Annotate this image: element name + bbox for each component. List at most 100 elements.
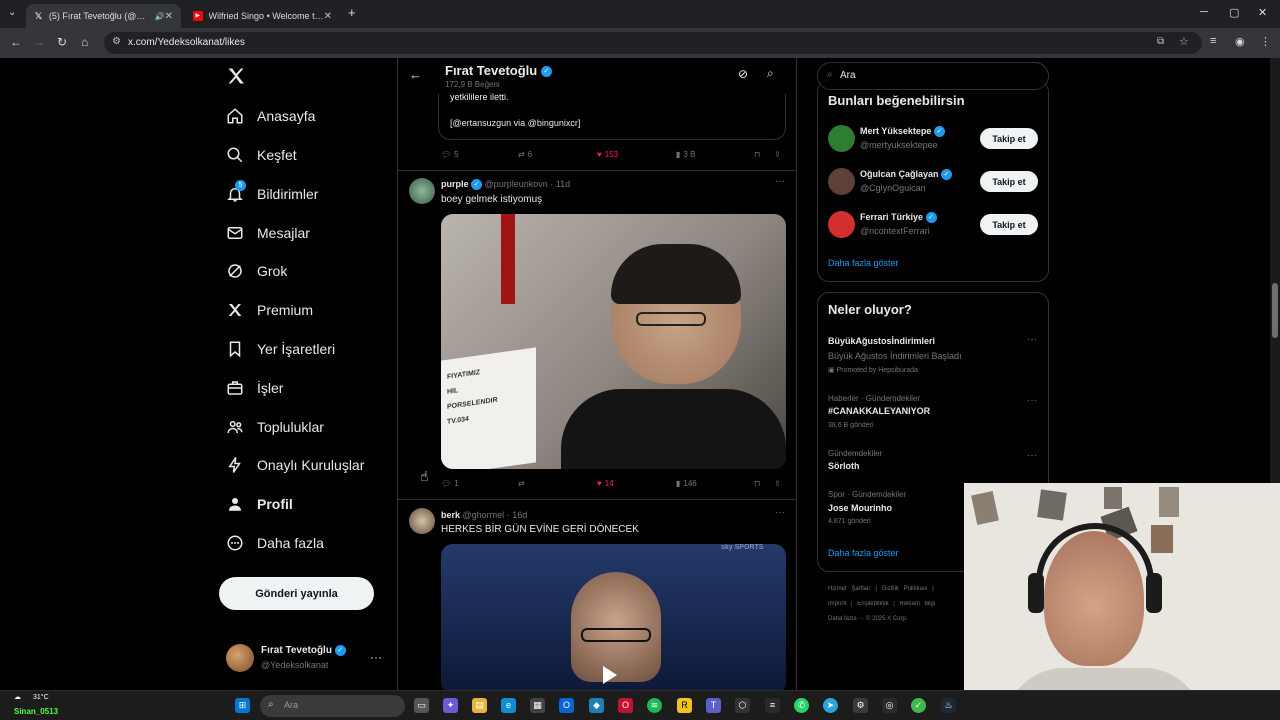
account-avatar[interactable] — [226, 644, 254, 672]
views-button[interactable]: ▮ 146 — [676, 479, 697, 488]
trend-name[interactable]: #CANAKKALEYANIYOR — [828, 406, 930, 416]
trends-more-link[interactable]: Daha fazla göster — [828, 548, 899, 558]
trend-more-icon[interactable]: ··· — [1027, 395, 1037, 406]
telegram-icon[interactable]: ➤ — [823, 698, 838, 713]
back-icon[interactable]: ← — [10, 35, 22, 49]
weather-icon[interactable]: ☁ — [14, 693, 21, 701]
tweet-avatar[interactable] — [409, 508, 435, 534]
suggested-user-name[interactable]: Ferrari Türkiye ✓ — [860, 212, 937, 224]
views-button[interactable]: ▮ 3 B — [676, 150, 695, 159]
trend-more-icon[interactable]: ··· — [1027, 450, 1037, 461]
nav-item-profil[interactable]: Profil — [226, 489, 293, 519]
minimize-icon[interactable]: ─ — [1200, 6, 1208, 18]
tweet-video-media[interactable]: FIYATIMIZ HIL PORSELENDIR TV.034 — [441, 214, 786, 469]
footer-privacy-link[interactable]: Gizlilik Politikası — [882, 586, 928, 592]
tweet-more-icon[interactable]: ··· — [775, 507, 785, 518]
nav-item-bildirimler[interactable]: 5 Bildirimler — [226, 179, 318, 209]
nav-item-mesajlar[interactable]: Mesajlar — [226, 218, 310, 248]
retweet-button[interactable]: ⇄ 6 — [518, 150, 532, 159]
suggested-user-avatar[interactable] — [828, 211, 855, 238]
media-control-icon[interactable]: ≡ — [1210, 35, 1216, 47]
app-icon[interactable]: R — [677, 698, 692, 713]
audio-icon[interactable]: 🔊 — [155, 12, 165, 21]
app-icon[interactable]: ◆ — [589, 698, 604, 713]
quoted-tweet-card[interactable]: yetkililere iletti. [@ertansuzgun via @b… — [438, 92, 786, 140]
account-menu-icon[interactable]: ··· — [370, 650, 382, 664]
nav-item-grok[interactable]: Grok — [226, 256, 287, 286]
edge-icon[interactable]: e — [501, 698, 516, 713]
nav-item-anasayfa[interactable]: Anasayfa — [226, 101, 315, 131]
nav-item-yer-i-şaretleri[interactable]: Yer İşaretleri — [226, 334, 335, 364]
tweet-more-icon[interactable]: ··· — [775, 176, 785, 187]
tweet-author-name[interactable]: purple — [441, 179, 469, 189]
file-explorer-icon[interactable]: ▤ — [472, 698, 487, 713]
nav-item-premium[interactable]: Premium — [226, 295, 313, 325]
trend-name[interactable]: Jose Mourinho — [828, 503, 892, 513]
nav-item-daha-fazla[interactable]: Daha fazla — [226, 528, 324, 558]
trend-more-icon[interactable]: ··· — [1027, 334, 1037, 345]
close-window-icon[interactable]: ✕ — [1258, 6, 1267, 19]
follow-button[interactable]: Takip et — [980, 128, 1038, 149]
reply-button[interactable]: 💬︎ 5 — [441, 150, 459, 159]
nav-item-i-şler[interactable]: İşler — [226, 373, 283, 403]
taskbar-search[interactable]: ⌕ Ara — [260, 695, 405, 717]
footer-terms-link[interactable]: Hizmet Şartları — [828, 586, 871, 592]
grok-header-icon[interactable]: ⊘ — [738, 67, 748, 81]
copilot-icon[interactable]: ✦ — [443, 698, 458, 713]
account-name[interactable]: Fırat Tevetoğlu ✓ — [261, 645, 346, 656]
trend-name[interactable]: BüyükAğustosİndirimleri — [828, 336, 935, 346]
teams-icon[interactable]: T — [706, 698, 721, 713]
tab-active[interactable]: 𝕏 (5) Fırat Tevetoğlu (@Yedek 🔊 ✕ — [26, 4, 181, 28]
tab-list-icon[interactable]: ⌄ — [8, 7, 16, 18]
app-icon[interactable]: ⬡ — [735, 698, 750, 713]
windows-start-icon[interactable]: ⊞ — [235, 698, 250, 713]
scrollbar-thumb[interactable] — [1272, 283, 1278, 338]
suggested-user-name[interactable]: Mert Yüksektepe ✓ — [860, 126, 945, 138]
app-icon[interactable]: ✓ — [911, 698, 926, 713]
spotify-icon[interactable]: ≋ — [647, 698, 662, 713]
bookmark-button[interactable]: ⊓ — [754, 150, 760, 159]
site-info-icon[interactable]: ⚙ — [112, 36, 121, 47]
profile-icon[interactable]: ◉ — [1235, 35, 1245, 48]
footer-ads-link[interactable]: Reklam bilgi — [900, 601, 936, 607]
footer-accessibility-link[interactable]: Erişilebilirlik — [857, 601, 888, 607]
suggested-user-avatar[interactable] — [828, 168, 855, 195]
chrome-icon[interactable]: ◎ — [882, 698, 897, 713]
play-icon[interactable] — [603, 666, 617, 684]
browser-menu-icon[interactable]: ⋮ — [1260, 35, 1271, 48]
follow-button[interactable]: Takip et — [980, 171, 1038, 192]
tab-inactive[interactable]: ▶ Wilfried Singo • Welcome to G ✕ — [185, 4, 340, 28]
app-icon[interactable]: ≡ — [765, 698, 780, 713]
app-icon[interactable]: ⚙ — [853, 698, 868, 713]
maximize-icon[interactable]: ▢ — [1229, 6, 1239, 19]
tweet-author-handle[interactable]: @purpleunkovn — [485, 179, 548, 189]
suggestions-more-link[interactable]: Daha fazla göster — [828, 258, 899, 268]
task-view-icon[interactable]: ▭ — [414, 698, 429, 713]
share-button[interactable]: ⇪ — [774, 150, 781, 159]
like-button[interactable]: ♥ 14 — [597, 479, 614, 488]
steam-icon[interactable]: ♨ — [941, 698, 956, 713]
new-tab-icon[interactable]: + — [348, 5, 356, 20]
x-logo-icon[interactable] — [226, 66, 246, 91]
nav-item-topluluklar[interactable]: Topluluklar — [226, 412, 324, 442]
bookmark-button[interactable]: ⊓ — [754, 479, 760, 488]
post-button[interactable]: Gönderi yayınla — [219, 577, 374, 610]
search-header-icon[interactable]: ⌕ — [767, 66, 774, 81]
share-button[interactable]: ⇪ — [774, 479, 781, 488]
tweet-time[interactable]: · 16d — [507, 510, 528, 520]
whatsapp-icon[interactable]: ✆ — [794, 698, 809, 713]
retweet-button[interactable]: ⇄ — [518, 479, 528, 488]
tweet-author-name[interactable]: berk — [441, 510, 460, 520]
footer-imprint-link[interactable]: Imprint — [828, 601, 846, 607]
reload-icon[interactable]: ↻ — [57, 35, 67, 49]
tweet-avatar[interactable] — [409, 178, 435, 204]
outlook-icon[interactable]: O — [559, 698, 574, 713]
install-app-icon[interactable]: ⧉ — [1157, 36, 1164, 47]
home-browser-icon[interactable]: ⌂ — [81, 35, 88, 49]
back-arrow-icon[interactable]: ← — [409, 67, 422, 82]
tweet-video-media[interactable]: sky SPORTS — [441, 544, 786, 690]
reply-button[interactable]: 💬︎ 1 — [441, 479, 459, 488]
tweet-author-handle[interactable]: @ghormel — [463, 510, 505, 520]
opera-icon[interactable]: O — [618, 698, 633, 713]
like-button[interactable]: ♥ 153 — [597, 150, 618, 159]
